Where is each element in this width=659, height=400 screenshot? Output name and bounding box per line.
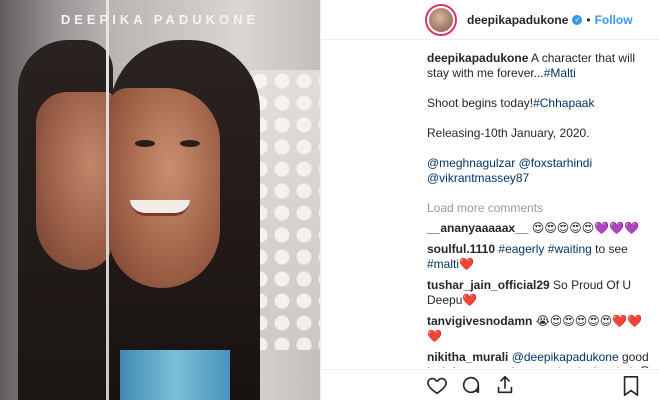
comment-username[interactable]: nikitha_murali (427, 350, 508, 364)
caption-line-2: Shoot begins today! (427, 96, 534, 110)
hashtag-link[interactable]: #malti (427, 257, 459, 271)
caption-username[interactable]: deepikapadukone (427, 51, 528, 65)
bookmark-icon[interactable] (619, 374, 643, 398)
follow-button[interactable]: Follow (595, 13, 633, 27)
share-icon[interactable] (493, 373, 517, 397)
post-caption: deepikapadukone A character that will st… (427, 51, 653, 186)
hashtag-malti[interactable]: #Malti (544, 66, 576, 80)
comment-text: to see (591, 242, 628, 256)
mention-link[interactable]: @foxstarhindi (519, 156, 593, 170)
heart-icon[interactable] (425, 373, 449, 397)
mention-link[interactable]: @meghnagulzar (427, 156, 515, 170)
post-header: deepikapadukone ✓ • Follow (321, 0, 659, 40)
eye (135, 140, 155, 147)
comment-username[interactable]: __ananyaaaaax__ (427, 221, 528, 235)
comment-username[interactable]: soulful.1110 (427, 242, 495, 256)
mirror-divider (106, 0, 109, 400)
post-details-panel: deepikapadukone ✓ • Follow deepikapaduko… (320, 0, 659, 400)
hashtag-link[interactable]: #waiting (548, 242, 592, 256)
mention-link[interactable]: @vikrantmassey87 (427, 171, 529, 185)
comment-username[interactable]: tushar_jain_official29 (427, 278, 550, 292)
comment: soulful.1110 #eagerly #waiting to see #m… (427, 242, 653, 272)
poster-brand-text: DEEPIKA PADUKONE (60, 12, 260, 27)
comments-list[interactable]: deepikapadukone A character that will st… (321, 51, 659, 368)
portrait-face (108, 88, 220, 288)
mention-link[interactable]: @deepikapadukone (512, 350, 619, 364)
avatar[interactable] (425, 3, 457, 36)
clothing (120, 350, 230, 400)
hashtag-chhapaak[interactable]: #Chhapaak (533, 96, 594, 110)
comment-text: ❤️ (459, 257, 474, 271)
comment-text: 😍😍😍😍😍💜💜💜 (528, 221, 640, 235)
header-username[interactable]: deepikapadukone (467, 13, 568, 27)
post-image[interactable]: DEEPIKA PADUKONE (0, 0, 320, 400)
eye (180, 140, 200, 147)
separator-dot: • (586, 12, 591, 27)
smile (130, 200, 190, 216)
verified-badge-icon: ✓ (572, 14, 583, 25)
comment-username[interactable]: tanvigivesnodamn (427, 314, 532, 328)
comment-icon[interactable] (459, 373, 483, 397)
action-bar (321, 369, 659, 400)
comment: __ananyaaaaax__ 😍😍😍😍😍💜💜💜 (427, 221, 653, 236)
comment: nikitha_murali @deepikapadukone good luc… (427, 350, 653, 368)
load-more-comments-link[interactable]: Load more comments (427, 201, 653, 215)
comment: tushar_jain_official29 So Proud Of U Dee… (427, 278, 653, 308)
comment: tanvigivesnodamn 😭😍😍😍😍😍❤️❤️❤️ (427, 314, 653, 344)
hashtag-link[interactable]: #eagerly (498, 242, 544, 256)
reflection-face (36, 92, 114, 270)
caption-line-3: Releasing-10th January, 2020. (427, 126, 590, 140)
